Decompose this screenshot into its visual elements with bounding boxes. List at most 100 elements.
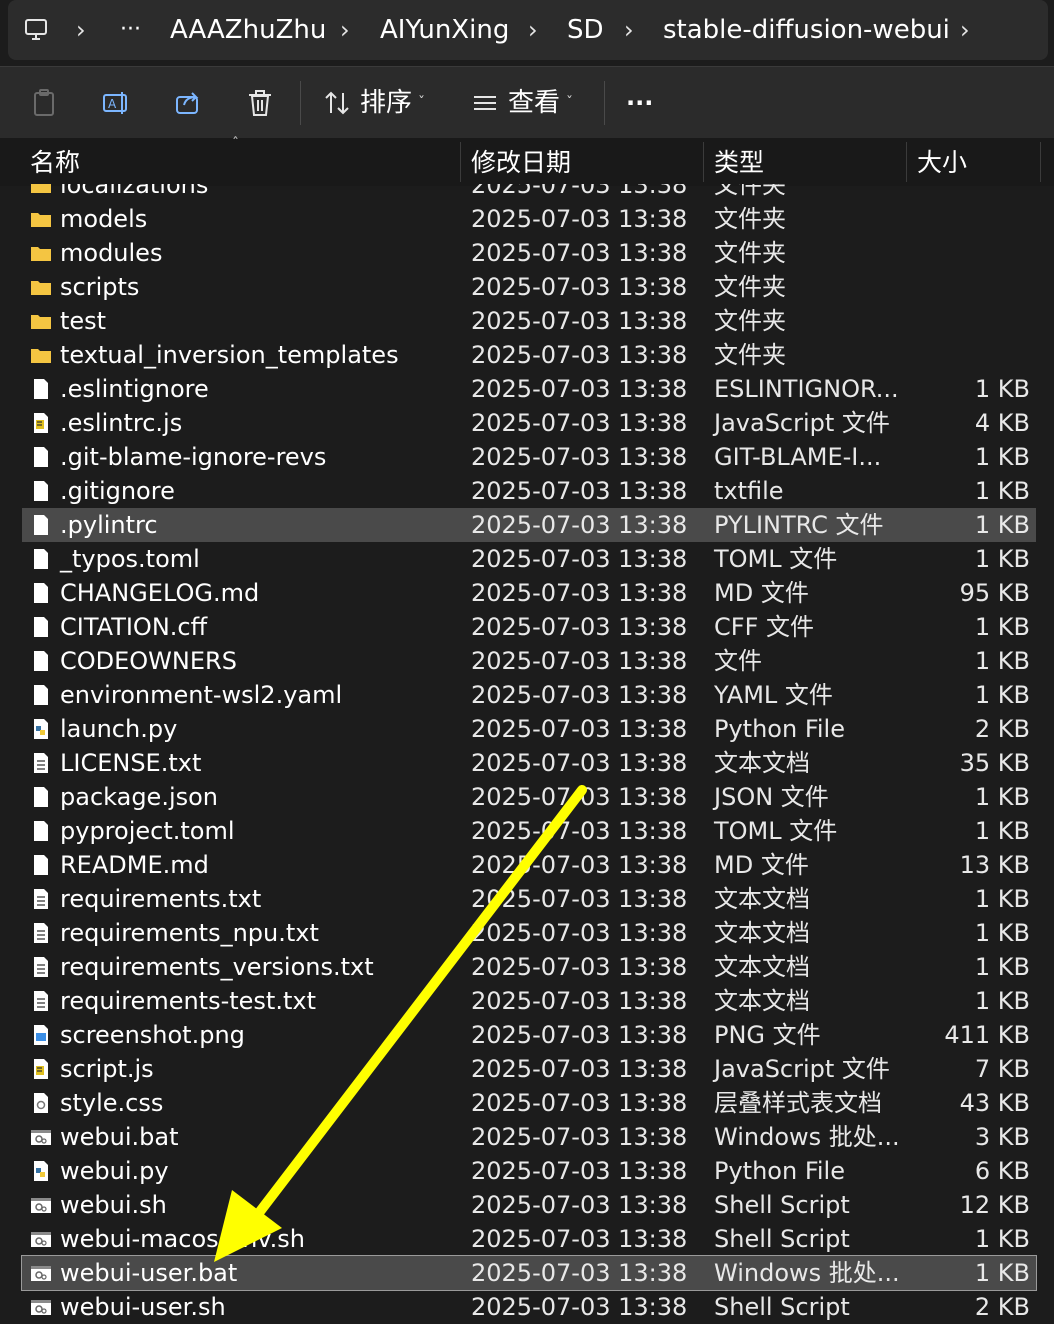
chevron-right-icon[interactable]: ›	[528, 0, 538, 60]
list-item[interactable]: webui.bat 2025-07-03 13:38 Windows 批处... 3 …	[22, 1120, 1036, 1154]
batch-file-icon	[31, 1300, 51, 1315]
list-item[interactable]: webui-user.sh 2025-07-03 13:38 Shell Scrip…	[22, 1290, 1036, 1324]
list-item-selected[interactable]: .pylintrc 2025-07-03 13:38 PYLINTRC 文件 1 KB	[22, 508, 1036, 542]
file-type: MD 文件	[714, 579, 809, 607]
file-list[interactable]: localizations 2025-07-03 13:38 文件夹 model…	[0, 184, 1054, 1324]
folder-icon	[31, 247, 51, 261]
file-date: 2025-07-03 13:38	[471, 409, 688, 437]
breadcrumb-item-stable-diffusion-webui[interactable]: stable-diffusion-webui	[663, 0, 950, 60]
breadcrumb-overflow[interactable]: ···	[120, 0, 141, 60]
view-label: 查看	[508, 88, 561, 118]
file-name: textual_inversion_templates	[60, 341, 399, 369]
list-item[interactable]: _typos.toml 2025-07-03 13:38 TOML 文件 1 KB	[22, 542, 1036, 576]
list-item-selected[interactable]: webui-user.bat 2025-07-03 13:38 Windows 批处…	[21, 1255, 1037, 1291]
file-name: webui.py	[60, 1157, 169, 1185]
breadcrumb-item-aiyunxing[interactable]: AIYunXing	[380, 0, 509, 60]
file-icon	[34, 685, 48, 705]
view-button[interactable]: 查看 ˇ	[508, 67, 573, 139]
chevron-right-icon[interactable]: ›	[624, 0, 634, 60]
list-item[interactable]: textual_inversion_templates 2025-07-03 13…	[22, 338, 1036, 372]
share-icon[interactable]	[172, 87, 204, 119]
chevron-down-icon: ˇ	[566, 95, 574, 111]
list-item[interactable]: pyproject.toml 2025-07-03 13:38 TOML 文件 1 K…	[22, 814, 1036, 848]
sort-icon[interactable]	[322, 87, 354, 119]
file-name: package.json	[60, 783, 219, 811]
column-header-name[interactable]: 名称	[30, 138, 80, 186]
chevron-right-icon[interactable]: ›	[960, 0, 970, 60]
rename-icon[interactable]: A	[100, 87, 132, 119]
paste-icon[interactable]	[28, 87, 60, 119]
list-item[interactable]: webui-macos-env.sh 2025-07-03 13:38 Shell …	[22, 1222, 1036, 1256]
list-item[interactable]: models 2025-07-03 13:38 文件夹	[22, 202, 1036, 236]
list-item[interactable]: launch.py 2025-07-03 13:38 Python File 2 KB	[22, 712, 1036, 746]
list-item[interactable]: LICENSE.txt 2025-07-03 13:38 文本文档 35 KB	[22, 746, 1036, 780]
chevron-right-icon[interactable]: ›	[340, 0, 350, 60]
file-date: 2025-07-03 13:38	[471, 1293, 688, 1321]
list-item[interactable]: requirements_npu.txt 2025-07-03 13:38 文本文档…	[22, 916, 1036, 950]
file-type: JavaScript 文件	[714, 409, 890, 437]
list-item[interactable]: requirements_versions.txt 2025-07-03 13:3…	[22, 950, 1036, 984]
list-item[interactable]: README.md 2025-07-03 13:38 MD 文件 13 KB	[22, 848, 1036, 882]
file-size: 1 KB	[974, 817, 1030, 845]
file-size: 1 KB	[974, 511, 1030, 539]
list-item[interactable]: script.js 2025-07-03 13:38 JavaScript 文件 7 …	[22, 1052, 1036, 1086]
more-options-button[interactable]: ···	[626, 67, 653, 139]
list-item[interactable]: style.css 2025-07-03 13:38 层叠样式表文档 43 KB	[22, 1086, 1036, 1120]
file-size: 1 KB	[974, 885, 1030, 913]
breadcrumb-item-sd[interactable]: SD	[567, 0, 604, 60]
list-item[interactable]: CHANGELOG.md 2025-07-03 13:38 MD 文件 95 KB	[22, 576, 1036, 610]
file-icon	[34, 447, 48, 467]
file-size: 1 KB	[974, 681, 1030, 709]
list-item[interactable]: environment-wsl2.yaml 2025-07-03 13:38 YAM…	[22, 678, 1036, 712]
file-name: webui.sh	[60, 1191, 167, 1219]
breadcrumb[interactable]: › ··· AAAZhuZhu › AIYunXing › SD › stabl…	[8, 0, 1048, 60]
list-item[interactable]: requirements-test.txt 2025-07-03 13:38 文本文…	[22, 984, 1036, 1018]
list-item[interactable]: .eslintrc.js 2025-07-03 13:38 JavaScript 文…	[22, 406, 1036, 440]
file-name: pyproject.toml	[60, 817, 235, 845]
text-file-icon	[34, 753, 48, 773]
computer-icon[interactable]	[24, 18, 50, 42]
file-name: scripts	[60, 273, 140, 301]
file-name: .gitignore	[60, 477, 175, 505]
list-item[interactable]: webui.sh 2025-07-03 13:38 Shell Script 12 K…	[22, 1188, 1036, 1222]
sort-button[interactable]: 排序 ˇ	[360, 67, 425, 139]
column-divider[interactable]	[460, 142, 461, 182]
list-item[interactable]: CITATION.cff 2025-07-03 13:38 CFF 文件 1 KB	[22, 610, 1036, 644]
folder-icon	[31, 281, 51, 295]
file-date: 2025-07-03 13:38	[471, 511, 688, 539]
file-type: TOML 文件	[714, 817, 838, 845]
list-item[interactable]: .gitignore 2025-07-03 13:38 txtfile 1 KB	[22, 474, 1036, 508]
column-divider[interactable]	[703, 142, 704, 182]
breadcrumb-item-aaazhuzhu[interactable]: AAAZhuZhu	[170, 0, 326, 60]
list-item[interactable]: package.json 2025-07-03 13:38 JSON 文件 1 KB	[22, 780, 1036, 814]
column-divider[interactable]	[906, 142, 907, 182]
batch-file-icon	[31, 1198, 51, 1213]
file-type: 文本文档	[714, 749, 810, 777]
list-item[interactable]: .git-blame-ignore-revs 2025-07-03 13:38 GI…	[22, 440, 1036, 474]
view-icon[interactable]	[470, 87, 502, 119]
file-type: ESLINTIGNOR...	[714, 375, 899, 403]
column-header-type[interactable]: 类型	[714, 138, 764, 186]
list-item[interactable]: screenshot.png 2025-07-03 13:38 PNG 文件 411 …	[22, 1018, 1036, 1052]
column-header-size[interactable]: 大小	[917, 138, 967, 186]
file-icon	[34, 787, 48, 807]
list-item[interactable]: webui.py 2025-07-03 13:38 Python File 6 KB	[22, 1154, 1036, 1188]
list-item[interactable]: requirements.txt 2025-07-03 13:38 文本文档 1 KB	[22, 882, 1036, 916]
svg-text:A: A	[108, 97, 117, 111]
file-type: Python File	[714, 715, 845, 743]
file-date: 2025-07-03 13:38	[471, 1225, 688, 1253]
folder-icon	[31, 213, 51, 227]
delete-icon[interactable]	[244, 87, 276, 119]
list-item[interactable]: .eslintignore 2025-07-03 13:38 ESLINTIGNOR…	[22, 372, 1036, 406]
column-divider[interactable]	[1040, 142, 1041, 182]
file-date: 2025-07-03 13:38	[471, 273, 688, 301]
column-header-date[interactable]: 修改日期	[471, 138, 571, 186]
list-item[interactable]: modules 2025-07-03 13:38 文件夹	[22, 236, 1036, 270]
list-item[interactable]: localizations 2025-07-03 13:38 文件夹	[22, 184, 1036, 202]
batch-file-icon	[31, 1232, 51, 1247]
file-date: 2025-07-03 13:38	[471, 239, 688, 267]
list-item[interactable]: scripts 2025-07-03 13:38 文件夹	[22, 270, 1036, 304]
file-date: 2025-07-03 13:38	[471, 613, 688, 641]
list-item[interactable]: CODEOWNERS 2025-07-03 13:38 文件 1 KB	[22, 644, 1036, 678]
list-item[interactable]: test 2025-07-03 13:38 文件夹	[22, 304, 1036, 338]
